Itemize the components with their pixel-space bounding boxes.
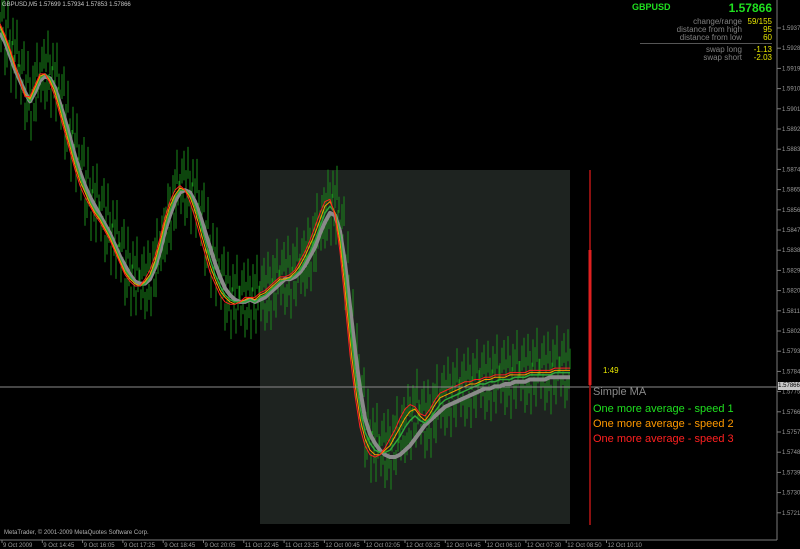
y-tick-label: 1.58835 [782, 147, 800, 153]
info-row: distance from low 60 [632, 33, 772, 42]
y-tick-label: 1.57845 [782, 369, 800, 375]
window-title: GBPUSD,M5 1.57699 1.57934 1.57853 1.5786… [2, 2, 131, 8]
y-tick-label: 1.58025 [782, 329, 800, 335]
y-tick-label: 1.57215 [782, 511, 800, 517]
y-tick-label: 1.58295 [782, 268, 800, 274]
y-tick-label: 1.58385 [782, 248, 800, 254]
x-tick-label: 12 Oct 06:10 [487, 543, 522, 549]
y-tick-label: 1.58115 [782, 309, 800, 315]
y-tick-label: 1.58745 [782, 167, 800, 173]
x-tick-label: 12 Oct 02:05 [366, 543, 401, 549]
y-tick-label: 1.59285 [782, 46, 800, 52]
y-tick-label: 1.57575 [782, 430, 800, 436]
chart-canvas[interactable]: 1.59375 1.59285 1.59195 1.59105 1.59015 1.589… [0, 0, 800, 549]
x-tick-label: 12 Oct 00:45 [325, 543, 360, 549]
x-tick-label: 9 Oct 16:05 [84, 543, 116, 549]
current-price-tag: 1.57866 [778, 382, 800, 390]
y-tick-label: 1.57485 [782, 450, 800, 456]
info-row: swap short -2.03 [632, 53, 772, 62]
symbol-label: GBPUSD [632, 2, 671, 12]
legend-item-simple-ma: Simple MA [593, 386, 647, 398]
legend-item-speed-1: One more average - speed 1 [593, 403, 734, 415]
info-row-label: distance from low [679, 33, 742, 42]
y-tick-label: 1.57665 [782, 410, 800, 416]
info-separator [640, 43, 772, 44]
y-tick-label: 1.58475 [782, 228, 800, 234]
x-tick-label: 12 Oct 08:50 [567, 543, 602, 549]
y-tick-label: 1.57305 [782, 491, 800, 497]
x-tick-label: 11 Oct 22:45 [245, 543, 280, 549]
x-tick-label: 12 Oct 07:30 [527, 543, 562, 549]
x-tick-label: 11 Oct 23:25 [285, 543, 320, 549]
price-value: 1.57866 [728, 1, 772, 15]
y-tick-label: 1.58925 [782, 127, 800, 133]
info-row-label: swap short [703, 53, 742, 62]
x-tick-label: 12 Oct 10:10 [608, 543, 643, 549]
info-row-value: 60 [763, 33, 772, 42]
x-tick-label: 9 Oct 17:25 [124, 543, 156, 549]
x-tick-label: 9 Oct 18:45 [164, 543, 196, 549]
y-tick-label: 1.59375 [782, 26, 800, 32]
y-tick-label: 1.57935 [782, 349, 800, 355]
y-tick-label: 1.57755 [782, 390, 800, 396]
y-tick-label: 1.57395 [782, 470, 800, 476]
copyright-text: MetaTrader, © 2001-2009 MetaQuotes Softw… [4, 530, 149, 536]
y-tick-label: 1.59195 [782, 66, 800, 72]
x-tick-label: 12 Oct 04:45 [446, 543, 481, 549]
x-tick-label: 9 Oct 2009 [3, 543, 33, 549]
x-tick-label: 9 Oct 20:05 [205, 543, 237, 549]
y-tick-label: 1.59015 [782, 107, 800, 113]
y-tick-label: 1.59105 [782, 87, 800, 93]
y-tick-label: 1.58565 [782, 208, 800, 214]
info-row-value: -2.03 [753, 53, 772, 62]
candle-timer: 1:49 [603, 366, 619, 375]
legend-item-speed-2: One more average - speed 2 [593, 418, 734, 430]
x-tick-label: 9 Oct 14:45 [43, 543, 75, 549]
x-tick-label: 12 Oct 03:25 [406, 543, 441, 549]
legend-item-speed-3: One more average - speed 3 [593, 433, 734, 445]
y-tick-label: 1.58655 [782, 188, 800, 194]
y-tick-label: 1.58205 [782, 289, 800, 295]
